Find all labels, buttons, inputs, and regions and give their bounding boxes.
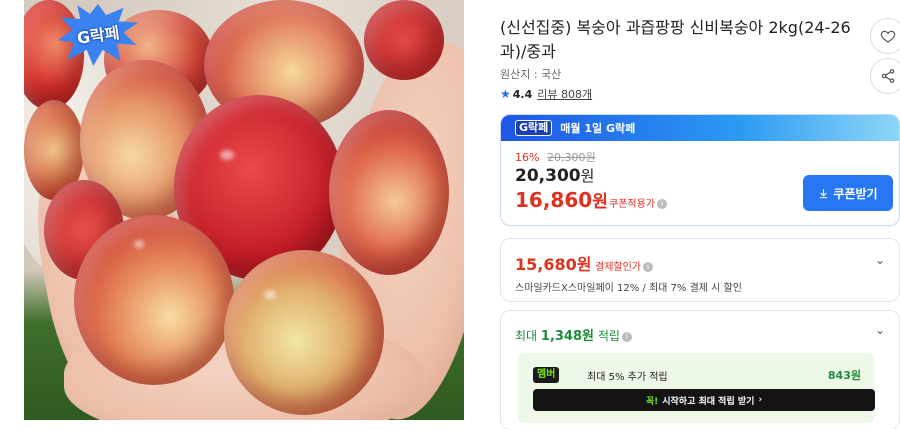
g-rakfe-logo: G락페 [515,120,553,136]
peach [329,110,449,275]
peach [74,215,234,385]
card-discount-label: 결제할인가 i [595,258,653,273]
rating-score: 4.4 [512,87,533,101]
water-drop [134,240,144,248]
water-drop [264,290,276,299]
discount-row: 16% 20,300원 [515,149,596,165]
promo-price-box: G락페 매월 1일 G락페 16% 20,300원 20,300원 16,860… [500,114,900,226]
card-discount-label-text: 결제할인가 [595,262,641,273]
card-discount-box[interactable]: 15,680원 결제할인가 i 스마일카드X스마일페이 12% / 최대 7% 결… [500,238,900,302]
download-icon [820,188,828,198]
promo-banner: G락페 매월 1일 G락페 [501,115,899,141]
card-discount-price-unit: 원 [576,255,592,274]
g-rakfe-badge: G락페 [58,4,138,66]
heart-icon [880,30,896,43]
chevron-down-icon[interactable]: ⌄ [875,253,885,267]
coupon-price-unit: 원 [592,192,608,212]
info-icon[interactable]: i [643,262,653,272]
max-points: 최대 1,348원 적립 i [515,325,632,344]
sale-price-unit: 원 [580,167,595,185]
share-icon [881,69,895,83]
promo-banner-text: 매월 1일 G락페 [560,122,636,135]
chevron-down-icon[interactable]: ⌄ [875,323,885,337]
card-discount-price: 15,680원 [515,251,591,275]
review-count-link[interactable]: 리뷰 808개 [537,86,592,102]
water-drop [220,150,234,160]
card-discount-price-number: 15,680 [515,255,577,274]
wishlist-button[interactable] [870,18,900,54]
coupon-price-number: 16,860 [515,188,593,212]
peach [364,0,444,80]
get-coupon-button[interactable]: 쿠폰받기 [803,175,893,211]
info-icon[interactable]: i [657,199,667,209]
sale-price-number: 20,300 [515,166,581,186]
membership-badge: 멤버 [533,367,560,383]
membership-join-label: 시작하고 최대 적립 받기 [662,396,755,407]
discount-percent: 16% [515,151,540,164]
coupon-price: 16,860원 [515,187,608,212]
sale-price: 20,300원 [515,165,594,186]
membership-join-button[interactable]: 꼭! 시작하고 최대 적립 받기 › [533,389,875,411]
points-box: 최대 1,348원 적립 i ⌄ 멤버 최대 5% 추가 적립 843원 꼭! 시… [500,310,900,429]
star-icon: ★ [500,87,511,101]
origin-text: 원산지 : 국산 [500,68,562,81]
product-image[interactable]: G락페 [24,0,464,420]
get-coupon-label: 쿠폰받기 [833,186,878,201]
max-points-suffix: 적립 [594,329,620,343]
info-icon[interactable]: i [621,331,632,342]
membership-points: 843원 [827,369,861,382]
coupon-label: 쿠폰적용가 i [609,195,667,210]
chevron-right-icon: › [758,395,763,405]
peach [224,250,384,415]
membership-text: 최대 5% 추가 적립 [587,372,668,383]
membership-promo: 멤버 최대 5% 추가 적립 843원 꼭! 시작하고 최대 적립 받기 › [517,353,875,423]
membership-logo-icon: 꼭! [645,396,659,407]
product-title: (신선집중) 복숭아 과즙팡팡 신비복숭아 2kg(24-26과)/중과 [500,18,851,61]
rating-row[interactable]: ★ 4.4 리뷰 808개 [500,86,592,102]
coupon-label-text: 쿠폰적용가 [609,199,655,210]
original-price: 20,300원 [546,151,596,164]
share-button[interactable] [870,58,900,94]
max-points-amount: 1,348원 [540,329,594,344]
card-discount-detail: 스마일카드X스마일페이 12% / 최대 7% 결제 시 할인 [515,283,742,294]
max-points-prefix: 최대 [515,329,541,343]
